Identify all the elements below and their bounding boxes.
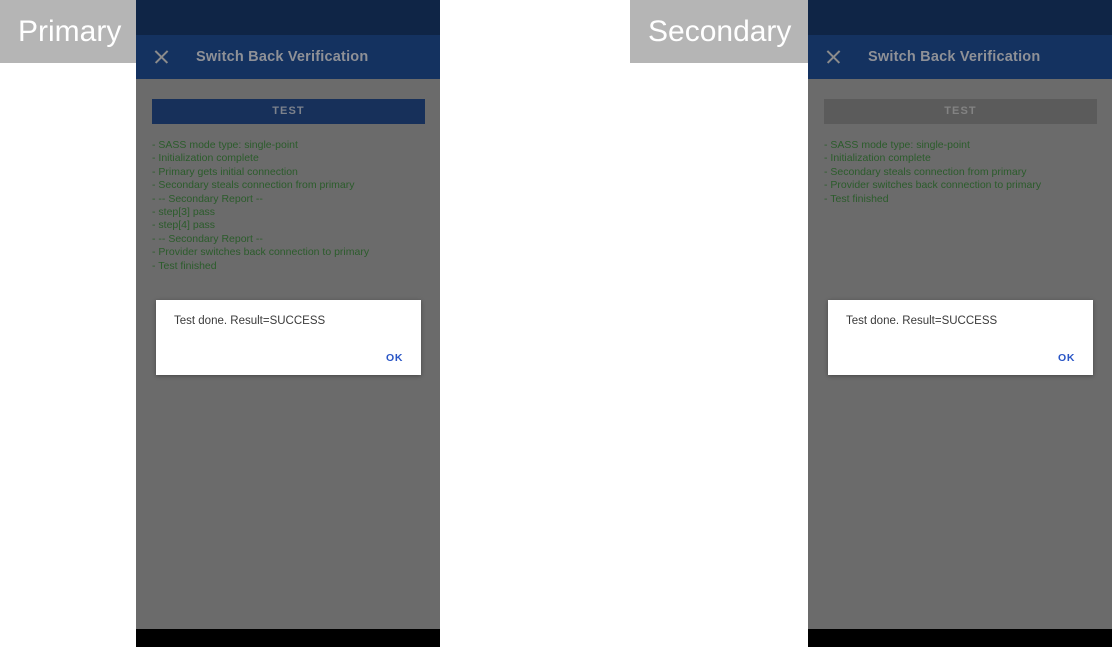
log-line: - Primary gets initial connection [152,165,298,178]
toolbar-secondary: Switch Back Verification [808,35,1112,79]
close-icon[interactable] [150,45,174,69]
log-line: - Test finished [152,259,217,272]
log-line: - Test finished [824,192,889,205]
log-line: - Initialization complete [824,152,931,165]
log-line: - -- Secondary Report -- [152,192,263,205]
log-line: - Initialization complete [152,152,259,165]
screen-content-secondary: TEST - SASS mode type: single-point - In… [808,79,1112,629]
log-line: - Secondary steals connection from prima… [824,165,1027,178]
log-output-secondary: - SASS mode type: single-point - Initial… [824,139,1102,206]
log-line: - step[3] pass [152,206,216,219]
navigation-bar-secondary [808,629,1112,647]
log-output-primary: - SASS mode type: single-point - Initial… [152,139,430,273]
log-line: - Secondary steals connection from prima… [152,179,355,192]
device-screen-primary: Switch Back Verification TEST - SASS mod… [136,0,440,647]
status-bar-secondary [808,0,1112,35]
log-line: - SASS mode type: single-point [824,139,970,151]
dialog-ok-button[interactable]: OK [1058,352,1075,364]
dialog-message: Test done. Result=SUCCESS [846,315,998,327]
log-line: - -- Secondary Report -- [152,232,263,245]
result-dialog-secondary: Test done. Result=SUCCESS OK [828,300,1093,375]
test-button-primary[interactable]: TEST [152,99,425,124]
log-line: - SASS mode type: single-point [152,139,298,151]
dialog-ok-button[interactable]: OK [386,352,403,364]
screen-content-primary: TEST - SASS mode type: single-point - In… [136,79,440,629]
dialog-message: Test done. Result=SUCCESS [174,315,326,327]
result-dialog-primary: Test done. Result=SUCCESS OK [156,300,421,375]
navigation-bar-primary [136,629,440,647]
caption-primary: Primary [0,0,136,63]
toolbar-title-primary: Switch Back Verification [196,49,369,65]
toolbar-primary: Switch Back Verification [136,35,440,79]
toolbar-title-secondary: Switch Back Verification [868,49,1041,65]
log-line: - Provider switches back connection to p… [152,246,370,259]
log-line: - step[4] pass [152,219,216,232]
log-line: - Provider switches back connection to p… [824,179,1042,192]
close-icon[interactable] [822,45,846,69]
test-button-secondary: TEST [824,99,1097,124]
status-bar-primary [136,0,440,35]
caption-secondary: Secondary [630,0,808,63]
device-screen-secondary: Switch Back Verification TEST - SASS mod… [808,0,1112,647]
